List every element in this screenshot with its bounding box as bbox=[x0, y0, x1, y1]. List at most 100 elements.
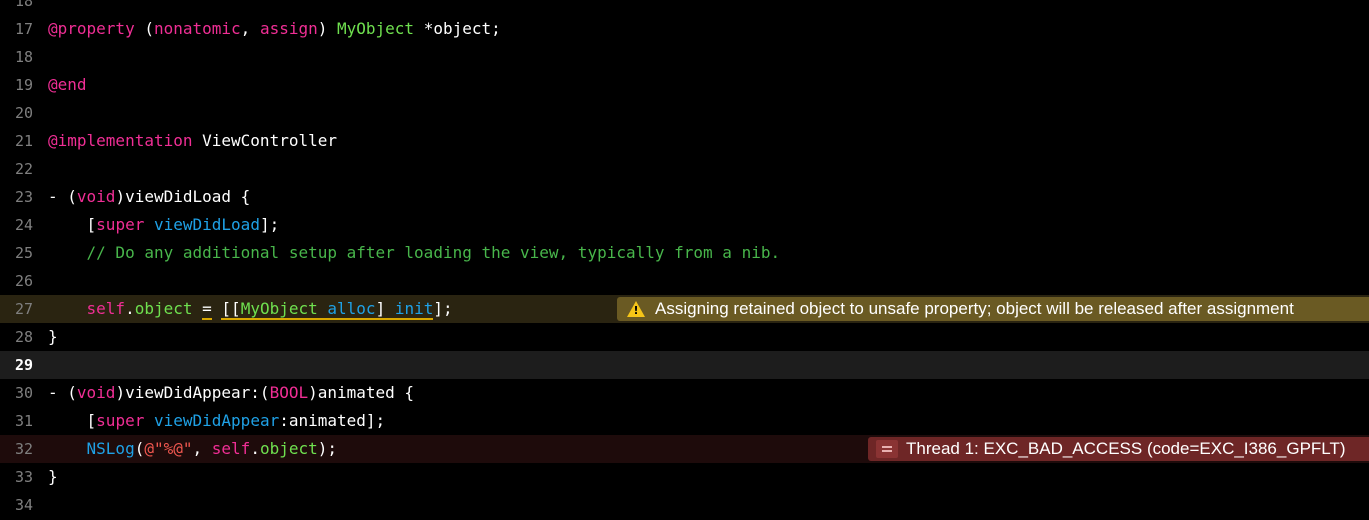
code-line[interactable]: 33} bbox=[0, 463, 1369, 491]
code-token: [ bbox=[48, 411, 97, 430]
code-line[interactable]: 34 bbox=[0, 491, 1369, 519]
line-number[interactable]: 17 bbox=[0, 15, 33, 43]
code-token: [[ bbox=[221, 299, 241, 320]
code-token: )animated { bbox=[308, 383, 415, 402]
code-text[interactable]: - (void)viewDidAppear:(BOOL)animated { bbox=[48, 379, 414, 407]
code-line[interactable]: 32 NSLog(@"%@", self.object); Thread 1: E… bbox=[0, 435, 1369, 463]
code-line[interactable]: 23 - (void)viewDidLoad { bbox=[0, 183, 1369, 211]
code-line[interactable]: 21 @implementation ViewController bbox=[0, 127, 1369, 155]
code-text[interactable]: @end bbox=[48, 71, 87, 99]
code-token: . bbox=[250, 439, 260, 458]
code-token: } bbox=[48, 327, 58, 346]
code-token: } bbox=[48, 467, 58, 486]
line-number[interactable]: 18 bbox=[0, 0, 33, 15]
code-line[interactable]: 29 bbox=[0, 351, 1369, 379]
code-line[interactable]: 20 bbox=[0, 99, 1369, 127]
line-number[interactable]: 26 bbox=[0, 267, 33, 295]
code-token: MyObject bbox=[240, 299, 318, 320]
code-line[interactable]: 24 [super viewDidLoad]; bbox=[0, 211, 1369, 239]
code-editor[interactable]: 18 17 @property (nonatomic, assign) MyObje… bbox=[0, 0, 1369, 520]
code-token: NSLog bbox=[86, 439, 135, 458]
code-token: ]; bbox=[259, 215, 280, 234]
code-token: nonatomic bbox=[153, 19, 241, 38]
code-token: @"%@" bbox=[144, 439, 193, 458]
code-token: ]; bbox=[433, 299, 453, 318]
error-banner[interactable]: Thread 1: EXC_BAD_ACCESS (code=EXC_I386_… bbox=[868, 437, 1369, 461]
line-number[interactable]: 32 bbox=[0, 435, 33, 463]
code-token: *object; bbox=[414, 19, 501, 38]
code-token: assign bbox=[259, 19, 318, 38]
code-line[interactable]: 17 @property (nonatomic, assign) MyObject… bbox=[0, 15, 1369, 43]
code-token: ); bbox=[317, 439, 338, 458]
line-number[interactable]: 22 bbox=[0, 155, 33, 183]
code-token: super bbox=[96, 215, 145, 234]
code-token: - ( bbox=[48, 383, 77, 402]
code-token: = bbox=[202, 299, 212, 320]
line-number[interactable]: 20 bbox=[0, 99, 33, 127]
code-token: )viewDidAppear:( bbox=[115, 383, 270, 402]
code-text[interactable]: NSLog(@"%@", self.object); bbox=[48, 435, 337, 463]
banner-message: Assigning retained object to unsafe prop… bbox=[655, 299, 1294, 318]
code-token: alloc bbox=[327, 299, 376, 320]
code-token: . bbox=[125, 299, 135, 318]
code-token: super bbox=[96, 411, 145, 430]
line-number[interactable]: 19 bbox=[0, 71, 33, 99]
code-text[interactable]: - (void)viewDidLoad { bbox=[48, 183, 250, 211]
code-token: )viewDidLoad { bbox=[115, 187, 251, 206]
line-number[interactable]: 18 bbox=[0, 43, 33, 71]
code-line[interactable]: 30 - (void)viewDidAppear:(BOOL)animated { bbox=[0, 379, 1369, 407]
code-token: , bbox=[240, 19, 260, 38]
code-token: @end bbox=[48, 75, 87, 94]
code-token: @implementation bbox=[48, 131, 193, 150]
code-line[interactable]: 26 bbox=[0, 267, 1369, 295]
code-text[interactable]: self.object = [[MyObject alloc] init]; bbox=[48, 295, 453, 323]
line-number[interactable]: 25 bbox=[0, 239, 33, 267]
code-text[interactable]: // Do any additional setup after loading… bbox=[48, 239, 781, 267]
line-number[interactable]: 27 bbox=[0, 295, 33, 323]
line-number[interactable]: 21 bbox=[0, 127, 33, 155]
line-number[interactable]: 28 bbox=[0, 323, 33, 351]
code-text[interactable]: [super viewDidAppear:animated]; bbox=[48, 407, 386, 435]
code-token: MyObject bbox=[337, 19, 415, 38]
warning-banner[interactable]: ! Assigning retained object to unsafe pro… bbox=[617, 297, 1369, 321]
code-token: void bbox=[76, 187, 116, 206]
code-token: ] bbox=[375, 299, 395, 320]
code-line[interactable]: 22 bbox=[0, 155, 1369, 183]
code-token: viewDidLoad bbox=[153, 215, 260, 234]
code-text[interactable]: @implementation ViewController bbox=[48, 127, 337, 155]
code-line[interactable]: 28} bbox=[0, 323, 1369, 351]
code-token: @property bbox=[48, 19, 135, 38]
line-number[interactable]: 30 bbox=[0, 379, 33, 407]
line-number[interactable]: 31 bbox=[0, 407, 33, 435]
code-token: ViewController bbox=[192, 131, 337, 150]
code-text[interactable]: } bbox=[48, 323, 58, 351]
code-token: init bbox=[394, 299, 434, 320]
code-token: self bbox=[211, 439, 251, 458]
code-line[interactable]: 27 self.object = [[MyObject alloc] init]… bbox=[0, 295, 1369, 323]
code-text[interactable]: @property (nonatomic, assign) MyObject *… bbox=[48, 15, 501, 43]
code-line[interactable]: 18 bbox=[0, 43, 1369, 71]
code-line[interactable]: 25 // Do any additional setup after load… bbox=[0, 239, 1369, 267]
code-token: ) bbox=[317, 19, 337, 38]
code-line[interactable]: 18 bbox=[0, 0, 1369, 15]
code-text[interactable]: } bbox=[48, 463, 58, 491]
line-number[interactable]: 34 bbox=[0, 491, 33, 519]
line-number[interactable]: 23 bbox=[0, 183, 33, 211]
line-number[interactable]: 33 bbox=[0, 463, 33, 491]
code-token: object bbox=[259, 439, 318, 458]
code-text[interactable]: [super viewDidLoad]; bbox=[48, 211, 280, 239]
code-token: object bbox=[134, 299, 193, 318]
error-icon[interactable] bbox=[876, 440, 898, 458]
line-number[interactable]: 29 bbox=[0, 351, 33, 379]
warning-icon[interactable]: ! bbox=[625, 300, 647, 318]
code-token: [ bbox=[48, 215, 97, 234]
line-number[interactable]: 24 bbox=[0, 211, 33, 239]
code-line[interactable]: 19 @end bbox=[0, 71, 1369, 99]
code-line[interactable]: 31 [super viewDidAppear:animated]; bbox=[0, 407, 1369, 435]
